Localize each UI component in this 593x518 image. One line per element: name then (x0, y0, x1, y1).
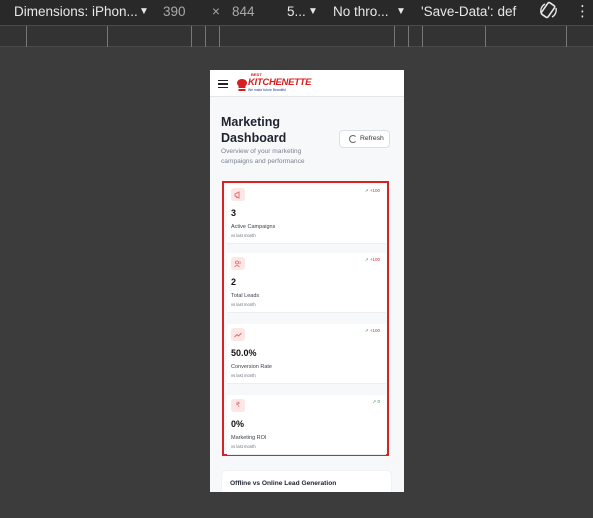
trend-value: +100 (369, 328, 380, 333)
section-title: Offline vs Online Lead Generation (230, 480, 337, 487)
chevron-down-icon[interactable]: ▼ (396, 6, 406, 17)
more-options-icon[interactable]: ⋮ (575, 2, 590, 20)
stat-value: 0% (231, 419, 245, 429)
stat-label: Conversion Rate (231, 364, 272, 370)
stat-sub: vs last month (231, 444, 256, 449)
logo-tagline: We make future Beautiful (248, 88, 287, 92)
stat-sub: vs last month (231, 302, 256, 307)
trend-badge: ↗ +100 (364, 328, 380, 333)
users-icon (231, 257, 245, 270)
height-input[interactable]: 844 (232, 4, 255, 19)
zoom-dropdown[interactable]: 5... (287, 4, 306, 19)
app-header: BEST KITCHENETTE We make future Beautifu… (210, 70, 404, 97)
chef-hat-icon (237, 79, 247, 91)
chevron-down-icon[interactable]: ▼ (308, 6, 318, 17)
stat-value: 3 (231, 208, 237, 218)
stat-sub: vs last month (231, 373, 256, 378)
brand-logo[interactable]: BEST KITCHENETTE We make future Beautifu… (236, 72, 312, 95)
trending-up-icon (231, 328, 245, 341)
trend-badge: ↗ +100 (364, 188, 380, 193)
refresh-icon (349, 135, 357, 143)
times-icon: × (212, 4, 220, 19)
stat-sub: vs last month (231, 233, 256, 238)
page-title: Marketing Dashboard (221, 115, 287, 145)
lead-generation-card: Offline vs Online Lead Generation (222, 471, 391, 492)
trend-value: +100 (369, 188, 380, 193)
trend-badge: ↗ +100 (364, 257, 380, 262)
stats-container: ↗ +100 3 Active Campaigns vs last month … (222, 181, 389, 456)
stat-value: 2 (231, 277, 237, 287)
trend-value: +100 (369, 257, 380, 262)
trend-badge: ↗ 0 (372, 399, 380, 404)
width-input[interactable]: 390 (163, 4, 186, 19)
chevron-down-icon[interactable]: ▼ (139, 6, 149, 17)
stat-card: ↗ +100 50.0% Conversion Rate vs last mon… (227, 324, 386, 384)
stat-label: Total Leads (231, 293, 260, 299)
devtools-toolbar: Dimensions: iPhon... ▼ 390 × 844 5... ▼ … (0, 0, 593, 25)
menu-icon[interactable] (218, 80, 228, 89)
stat-card: ↗ +100 2 Total Leads vs last month (227, 253, 386, 313)
page-subtitle: Overview of your marketing campaigns and… (221, 148, 305, 165)
media-query-ruler (0, 25, 593, 47)
stat-card: ↗ +100 3 Active Campaigns vs last month (227, 184, 386, 244)
rotate-icon[interactable] (540, 1, 558, 24)
rupee-icon: ₹ (231, 399, 245, 412)
save-data-dropdown[interactable]: 'Save-Data': def (421, 4, 516, 19)
stat-label: Active Campaigns (231, 224, 276, 230)
dimensions-dropdown[interactable]: Dimensions: iPhon... (14, 4, 138, 19)
refresh-button[interactable]: Refresh (339, 130, 390, 148)
stat-label: Marketing ROI (231, 435, 267, 441)
trend-value: 0 (377, 399, 380, 404)
stat-card: ₹ ↗ 0 0% Marketing ROI vs last month (227, 395, 386, 455)
logo-brand: KITCHENETTE (248, 77, 312, 88)
throttle-dropdown[interactable]: No thro... (333, 4, 389, 19)
refresh-label: Refresh (360, 135, 384, 142)
device-viewport: BEST KITCHENETTE We make future Beautifu… (210, 70, 404, 492)
stat-value: 50.0% (231, 348, 257, 358)
megaphone-icon (231, 188, 245, 201)
